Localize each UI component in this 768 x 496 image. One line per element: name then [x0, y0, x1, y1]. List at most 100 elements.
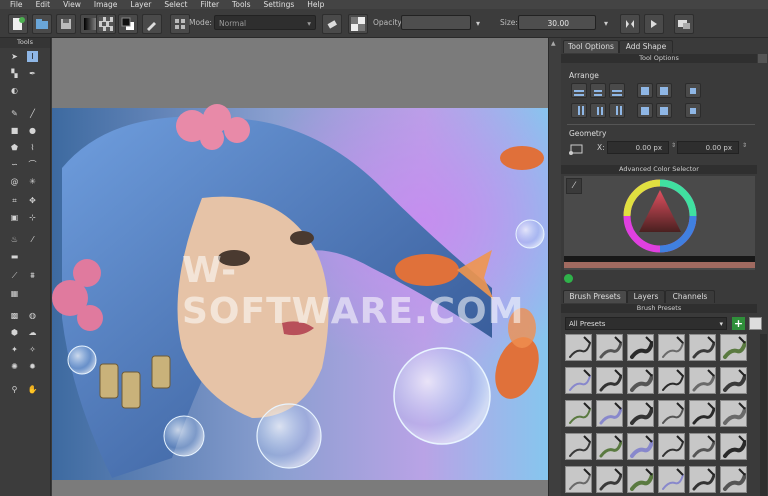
bezier-select-tool[interactable]: ✺: [9, 361, 20, 372]
menu-tools[interactable]: Tools: [232, 0, 250, 9]
preset-view-button[interactable]: [749, 317, 762, 330]
size-chevron-icon[interactable]: ▾: [604, 19, 608, 28]
brush-preset-tile[interactable]: [720, 334, 747, 361]
opacity-chevron-icon[interactable]: ▾: [476, 19, 480, 28]
brush-preset-tile[interactable]: [627, 334, 654, 361]
polygon-tool[interactable]: ⬟: [9, 142, 20, 153]
contiguous-select-tool[interactable]: ✦: [9, 344, 20, 355]
select-shapes-tool[interactable]: ➤: [9, 51, 20, 62]
menu-file[interactable]: File: [10, 0, 23, 9]
brush-preset-tile[interactable]: [720, 367, 747, 394]
rect-select-tool[interactable]: ▩: [9, 310, 20, 321]
brush-preset-tile[interactable]: [596, 400, 623, 427]
brush-preset-tile[interactable]: [565, 433, 592, 460]
tab-channels[interactable]: Channels: [665, 290, 715, 303]
menu-view[interactable]: View: [63, 0, 81, 9]
brush-preset-tile[interactable]: [689, 400, 716, 427]
ungroup-button[interactable]: [685, 103, 701, 118]
brush-preset-tile[interactable]: [627, 466, 654, 493]
smart-patch-tool[interactable]: ▬: [9, 251, 20, 262]
color-history-icon[interactable]: [564, 274, 573, 283]
line-tool[interactable]: ╱: [27, 108, 38, 119]
pattern-selector-button[interactable]: [96, 14, 116, 34]
pan-tool[interactable]: ✋: [27, 384, 38, 395]
brush-preset-tile[interactable]: [565, 367, 592, 394]
mirror-horizontal-button[interactable]: [620, 14, 640, 34]
transform-tool[interactable]: ▣: [9, 212, 20, 223]
menu-image[interactable]: Image: [94, 0, 118, 9]
brush-preset-tile[interactable]: [689, 367, 716, 394]
blend-mode-select[interactable]: Normal ▾: [214, 15, 316, 30]
menu-edit[interactable]: Edit: [36, 0, 51, 9]
color-picker-tool[interactable]: ⁄: [27, 234, 38, 245]
color-wheel[interactable]: [564, 176, 755, 270]
ellipse-select-tool[interactable]: ◍: [27, 310, 38, 321]
brush-preset-tile[interactable]: [689, 334, 716, 361]
save-button[interactable]: [56, 14, 76, 34]
tab-layers[interactable]: Layers: [627, 290, 665, 303]
group-button[interactable]: [685, 83, 701, 98]
add-preset-button[interactable]: +: [732, 317, 745, 330]
docker-scrollbar[interactable]: [758, 54, 767, 63]
geom-x-spin-icon[interactable]: ⇕: [671, 142, 676, 149]
eraser-mode-button[interactable]: [322, 14, 342, 34]
freehand-path-tool[interactable]: ⌒: [27, 159, 38, 170]
color-swatch-button[interactable]: [118, 14, 138, 34]
brush-preset-tile[interactable]: [658, 400, 685, 427]
menu-settings[interactable]: Settings: [264, 0, 295, 9]
brush-preset-tile[interactable]: [596, 433, 623, 460]
polyline-tool[interactable]: ⌇: [27, 142, 38, 153]
ellipse-tool[interactable]: ●: [27, 125, 38, 136]
menu-select[interactable]: Select: [164, 0, 187, 9]
canvas-scrollbar[interactable]: ▲: [548, 38, 561, 496]
edit-shapes-tool[interactable]: ▚: [9, 68, 20, 79]
brush-preset-tile[interactable]: [596, 334, 623, 361]
brush-size-slider[interactable]: 30.00: [518, 15, 596, 30]
canvas-area[interactable]: W-SOFTWARE.COM: [52, 38, 548, 496]
similar-select-tool[interactable]: ✧: [27, 344, 38, 355]
brush-preset-tile[interactable]: [596, 466, 623, 493]
align-left-button[interactable]: [571, 83, 587, 98]
brush-preset-tile[interactable]: [720, 433, 747, 460]
raise-button[interactable]: [637, 83, 653, 98]
tab-tool-options[interactable]: Tool Options: [563, 40, 619, 53]
align-center-button[interactable]: [590, 83, 606, 98]
brush-preset-tile[interactable]: [627, 400, 654, 427]
multibrush-tool[interactable]: ✳: [27, 176, 38, 187]
assistant-tool[interactable]: ⊹: [27, 212, 38, 223]
geom-y-field[interactable]: 0.00 px: [677, 141, 739, 154]
canvas-view-button[interactable]: [674, 14, 694, 34]
brush-preset-tile[interactable]: [627, 367, 654, 394]
polygon-select-tool[interactable]: ⬢: [9, 327, 20, 338]
bring-front-button[interactable]: [637, 103, 653, 118]
brush-preset-tile[interactable]: [658, 433, 685, 460]
freehand-select-tool[interactable]: ☁: [27, 327, 38, 338]
brush-preset-tile[interactable]: [596, 367, 623, 394]
brush-preset-tile[interactable]: [720, 466, 747, 493]
brush-preset-tile[interactable]: [565, 400, 592, 427]
tab-brush-presets[interactable]: Brush Presets: [563, 290, 627, 303]
brush-preset-tile[interactable]: [658, 334, 685, 361]
gradient-tool[interactable]: ◐: [9, 85, 20, 96]
anchor-point-selector[interactable]: [569, 142, 585, 156]
rectangle-tool[interactable]: ■: [9, 125, 20, 136]
align-middle-button[interactable]: [590, 103, 606, 118]
magnetic-select-tool[interactable]: ✹: [27, 361, 38, 372]
grid-tool[interactable]: ▦: [9, 288, 20, 299]
menu-layer[interactable]: Layer: [130, 0, 151, 9]
tab-add-shape[interactable]: Add Shape: [619, 40, 673, 53]
geom-y-spin-icon[interactable]: ⇕: [742, 142, 747, 149]
new-document-button[interactable]: [8, 14, 28, 34]
scroll-up-icon[interactable]: ▲: [551, 40, 558, 47]
mirror-vertical-button[interactable]: [644, 14, 664, 34]
preset-filter-select[interactable]: All Presets ▾: [565, 317, 727, 330]
calligraphy-tool[interactable]: ✒: [27, 68, 38, 79]
align-bottom-button[interactable]: [609, 103, 625, 118]
measure-tool[interactable]: ⟋: [9, 270, 20, 281]
text-tool[interactable]: I: [27, 51, 38, 62]
alpha-lock-button[interactable]: [348, 14, 368, 34]
preset-grid-scrollbar[interactable]: [760, 334, 767, 496]
freehand-brush-tool[interactable]: ✎: [9, 108, 20, 119]
workspace-button[interactable]: [170, 14, 190, 34]
brush-preset-tile[interactable]: [627, 433, 654, 460]
